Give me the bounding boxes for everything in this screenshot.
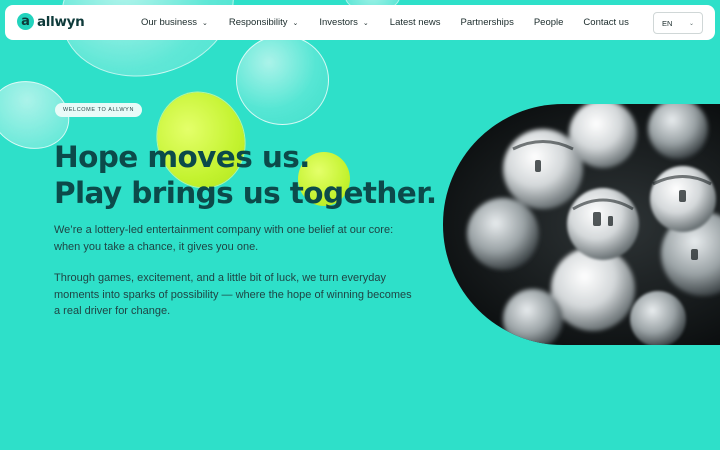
nav-item-partnerships[interactable]: Partnerships: [460, 17, 513, 28]
hero-lottery-balls-image: [443, 104, 720, 345]
nav-item-our-business[interactable]: Our business ⌄: [141, 17, 208, 28]
welcome-badge: WELCOME TO ALLWYN: [55, 103, 143, 117]
chevron-down-icon: ⌄: [362, 20, 369, 27]
language-selector[interactable]: EN ⌄: [653, 12, 703, 34]
language-selector-value: EN: [662, 18, 673, 28]
logo-mark-icon: a: [17, 13, 34, 30]
nav-item-label: Responsibility: [228, 17, 288, 28]
chevron-down-icon: ⌄: [201, 20, 208, 27]
brand-logo[interactable]: a allwyn: [17, 13, 85, 30]
hero-description-paragraph: Through games, excitement, and a little …: [54, 272, 412, 317]
nav-item-responsibility[interactable]: Responsibility ⌄: [229, 17, 299, 28]
top-navigation-bar: a allwyn Our business ⌄ Responsibility ⌄…: [5, 5, 715, 40]
nav-item-label: People: [533, 17, 564, 28]
nav-item-label: Latest news: [389, 17, 441, 28]
nav-item-label: Partnerships: [460, 17, 514, 28]
hero-headline-line-2: Play brings us together.: [54, 176, 437, 210]
brand-name: allwyn: [37, 13, 85, 30]
hero-intro-paragraph: We’re a lottery-led entertainment compan…: [54, 224, 394, 253]
nav-item-investors[interactable]: Investors ⌄: [319, 17, 368, 28]
hero-headline-line-1: Hope moves us.: [54, 140, 310, 174]
nav-item-people[interactable]: People: [534, 17, 564, 28]
lottery-balls-illustration: [467, 104, 720, 345]
chevron-down-icon: ⌄: [688, 20, 694, 27]
nav-item-label: Investors: [319, 17, 358, 28]
nav-item-label: Contact us: [583, 17, 629, 28]
nav-item-contact-us[interactable]: Contact us: [583, 17, 628, 28]
nav-item-label: Our business: [141, 17, 197, 28]
decorative-glass-bubble: [236, 35, 329, 125]
main-menu: Our business ⌄ Responsibility ⌄ Investor…: [141, 5, 629, 40]
chevron-down-icon: ⌄: [292, 20, 299, 27]
nav-item-latest-news[interactable]: Latest news: [390, 17, 441, 28]
hero-headline: Hope moves us. Play brings us together.: [54, 139, 437, 211]
